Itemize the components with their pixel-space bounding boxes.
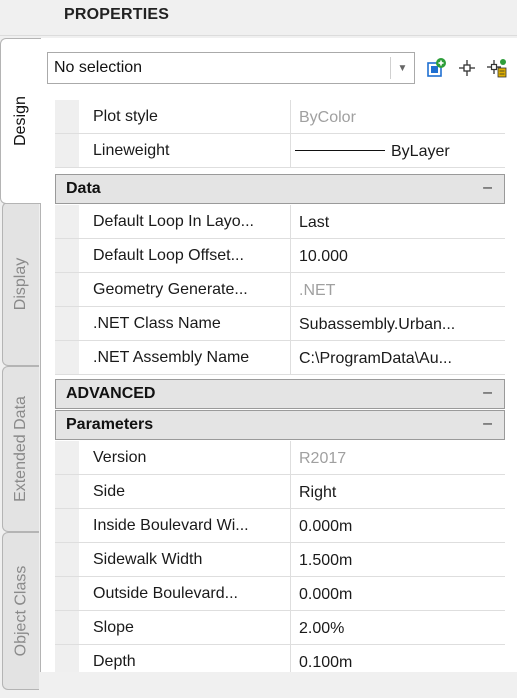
toggle-pickadd-icon — [487, 59, 507, 78]
parameter-rows: Version R2017 Side Right Inside Boulevard Wi… — [55, 441, 505, 679]
property-row[interactable]: .NET Class Name Subassembly.Urban... — [55, 307, 505, 341]
property-row[interactable]: Default Loop Offset... 10.000 — [55, 239, 505, 273]
property-row[interactable]: Side Right — [55, 475, 505, 509]
property-row[interactable]: .NET Assembly Name C:\ProgramData\Au... — [55, 341, 505, 375]
tab-label: Object Class — [12, 565, 30, 657]
property-name: Side — [79, 475, 291, 508]
property-value: .NET — [299, 282, 336, 299]
property-name: .NET Class Name — [79, 307, 291, 340]
property-row-plot-style[interactable]: Plot style ByColor — [55, 100, 505, 134]
pickadd-toggle-button[interactable] — [483, 54, 511, 82]
category-title: ADVANCED — [66, 385, 156, 402]
property-value[interactable]: Right — [291, 475, 505, 508]
selection-row: No selection ▼ — [47, 52, 512, 84]
selection-value: No selection — [54, 59, 143, 76]
row-gutter — [55, 341, 79, 374]
property-name: Default Loop Offset... — [79, 239, 291, 272]
collapse-icon[interactable]: – — [483, 179, 492, 197]
row-gutter — [55, 577, 79, 610]
property-value[interactable]: 0.000m — [291, 509, 505, 542]
selection-dropdown[interactable]: No selection ▼ — [47, 52, 415, 84]
property-value[interactable]: 2.00% — [291, 611, 505, 644]
property-value[interactable]: 10.000 — [291, 239, 505, 272]
tab-extended-data[interactable]: Extended Data — [2, 366, 39, 532]
row-gutter — [55, 100, 79, 133]
property-name: Lineweight — [79, 134, 291, 167]
row-gutter — [55, 509, 79, 542]
tab-object-class[interactable]: Object Class — [2, 532, 39, 690]
property-value[interactable]: Subassembly.Urban... — [291, 307, 505, 340]
tab-design[interactable]: Design — [0, 38, 41, 204]
property-value[interactable]: Last — [291, 205, 505, 238]
row-gutter — [55, 134, 79, 167]
category-title: Parameters — [66, 416, 154, 433]
tab-label: Display — [12, 257, 29, 311]
property-row[interactable]: Outside Boulevard... 0.000m — [55, 577, 505, 611]
row-gutter — [55, 611, 79, 644]
quick-select-button[interactable] — [423, 54, 451, 82]
property-name: Slope — [79, 611, 291, 644]
property-row[interactable]: Geometry Generate... .NET — [55, 273, 505, 307]
lineweight-preview — [295, 150, 385, 151]
property-name: Inside Boulevard Wi... — [79, 509, 291, 542]
lineweight-value: ByLayer — [391, 143, 450, 160]
row-gutter — [55, 441, 79, 474]
row-gutter — [55, 205, 79, 238]
property-value: R2017 — [299, 450, 347, 467]
tab-display[interactable]: Display — [2, 202, 39, 366]
property-value[interactable]: C:\ProgramData\Au... — [291, 341, 505, 374]
select-objects-icon — [459, 60, 475, 76]
property-row[interactable]: Inside Boulevard Wi... 0.000m — [55, 509, 505, 543]
property-name: Geometry Generate... — [79, 273, 291, 306]
collapse-icon[interactable]: – — [483, 384, 492, 402]
property-name: Sidewalk Width — [79, 543, 291, 576]
data-rows: Default Loop In Layo... Last Default Loop … — [55, 205, 505, 375]
tab-label: Extended Data — [12, 396, 30, 502]
category-title: Data — [66, 180, 101, 197]
property-name: Default Loop In Layo... — [79, 205, 291, 238]
row-gutter — [55, 543, 79, 576]
palette-title-bar: PROPERTIES — [0, 0, 517, 36]
select-objects-button[interactable] — [453, 54, 481, 82]
palette-bottom-strip — [40, 672, 517, 698]
row-gutter — [55, 307, 79, 340]
category-advanced[interactable]: ADVANCED – — [55, 379, 505, 409]
property-row-lineweight[interactable]: Lineweight ByLayer — [55, 134, 505, 168]
quick-select-icon — [427, 58, 446, 77]
category-parameters[interactable]: Parameters – — [55, 410, 505, 440]
property-name: Plot style — [79, 100, 291, 133]
chevron-down-icon[interactable]: ▼ — [390, 57, 414, 79]
property-row[interactable]: Slope 2.00% — [55, 611, 505, 645]
property-value: ByLayer — [291, 134, 505, 167]
row-gutter — [55, 273, 79, 306]
property-value[interactable]: 1.500m — [291, 543, 505, 576]
property-row[interactable]: Sidewalk Width 1.500m — [55, 543, 505, 577]
tab-label: Design — [12, 96, 29, 146]
property-value[interactable]: 0.000m — [291, 577, 505, 610]
collapse-icon[interactable]: – — [483, 415, 492, 433]
palette-title: PROPERTIES — [64, 6, 170, 23]
property-grid: Plot style ByColor Lineweight ByLayer Da… — [55, 100, 505, 679]
row-gutter — [55, 239, 79, 272]
property-name: .NET Assembly Name — [79, 341, 291, 374]
category-data[interactable]: Data – — [55, 174, 505, 204]
property-value: ByColor — [299, 109, 356, 126]
palette-tabs: Design Display Extended Data Object Clas… — [0, 38, 41, 698]
property-row[interactable]: Version R2017 — [55, 441, 505, 475]
property-name: Version — [79, 441, 291, 474]
row-gutter — [55, 475, 79, 508]
properties-panel: No selection ▼ Plot style ByColor Linewe… — [40, 38, 517, 698]
property-row[interactable]: Default Loop In Layo... Last — [55, 205, 505, 239]
property-name: Outside Boulevard... — [79, 577, 291, 610]
